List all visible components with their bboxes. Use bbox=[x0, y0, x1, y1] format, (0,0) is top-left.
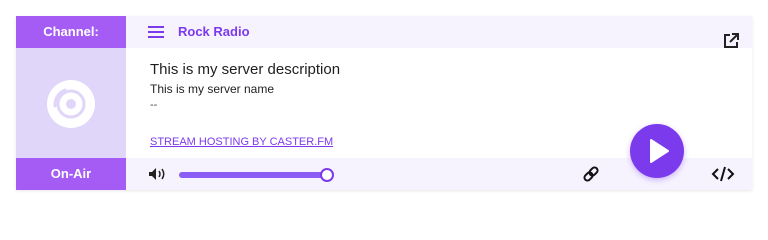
disc-icon bbox=[47, 80, 95, 128]
volume-slider[interactable] bbox=[179, 172, 327, 178]
external-link-icon[interactable] bbox=[722, 32, 740, 50]
server-name: This is my server name bbox=[150, 82, 275, 96]
volume-slider-thumb[interactable] bbox=[320, 168, 334, 182]
channel-name: Rock Radio bbox=[178, 24, 250, 39]
bottom-bar bbox=[126, 124, 752, 190]
channel-label: Channel: bbox=[16, 16, 126, 48]
left-panel: Channel: On-Air bbox=[16, 16, 126, 190]
play-button[interactable] bbox=[630, 124, 684, 178]
top-bar: Rock Radio bbox=[126, 16, 752, 48]
radio-player-widget: Channel: On-Air Rock Radio This is my se… bbox=[16, 16, 752, 190]
link-icon[interactable] bbox=[582, 165, 600, 183]
volume-icon[interactable] bbox=[148, 167, 168, 181]
code-icon[interactable] bbox=[711, 165, 735, 183]
server-description: This is my server description bbox=[150, 61, 341, 78]
menu-icon[interactable] bbox=[148, 24, 164, 40]
separator-text: -- bbox=[150, 99, 158, 111]
play-icon bbox=[650, 139, 669, 163]
stream-hosting-link[interactable]: STREAM HOSTING BY CASTER.FM bbox=[150, 136, 333, 148]
onair-label: On-Air bbox=[16, 158, 126, 190]
